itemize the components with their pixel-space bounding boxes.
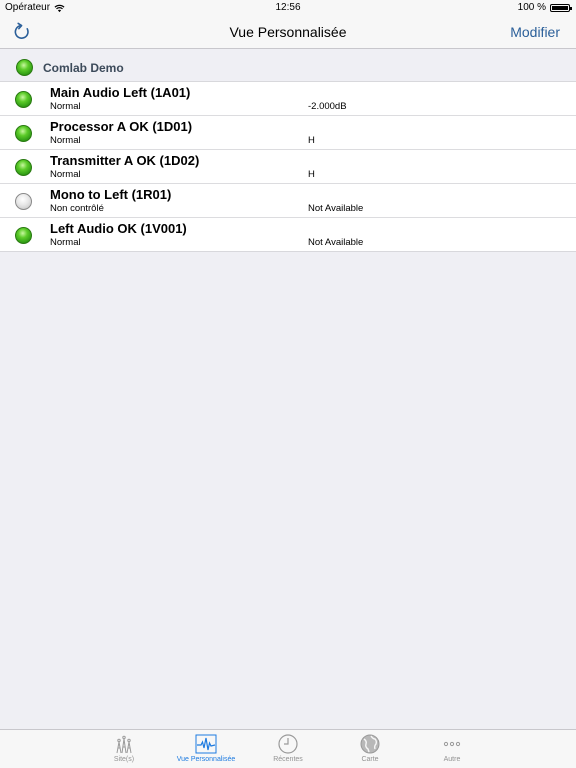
- group-title: Comlab Demo: [43, 60, 124, 75]
- tab-label: Récentes: [273, 756, 303, 763]
- group-status-indicator: [16, 59, 33, 76]
- modify-button[interactable]: Modifier: [510, 16, 560, 48]
- clock-icon: [278, 734, 298, 754]
- status-time: 12:56: [275, 2, 301, 13]
- item-state: Normal: [50, 169, 81, 180]
- globe-icon: [360, 734, 380, 754]
- item-value: -2.000dB: [308, 101, 347, 112]
- tab-recent[interactable]: Récentes: [247, 730, 329, 768]
- battery-percent: 100 %: [517, 2, 546, 13]
- monitor-list: Main Audio Left (1A01) Normal -2.000dB P…: [0, 81, 576, 252]
- battery-icon: [550, 4, 572, 12]
- app-screen: Opérateur 12:56 100 % Vue Personnalisée …: [0, 0, 576, 768]
- item-value: Not Available: [308, 237, 364, 248]
- tab-label: Carte: [361, 756, 379, 763]
- waveform-icon: [195, 734, 217, 754]
- nav-bar: Vue Personnalisée Modifier: [0, 16, 576, 49]
- item-value: H: [308, 135, 315, 146]
- tab-bar: Site(s) Vue Personnalisée Récentes Carte: [0, 729, 576, 768]
- tab-more[interactable]: Autre: [411, 730, 493, 768]
- tab-label: Autre: [443, 756, 461, 763]
- item-state: Normal: [50, 237, 81, 248]
- item-title: Left Audio OK (1V001): [50, 221, 187, 236]
- item-state: Normal: [50, 135, 81, 146]
- list-item[interactable]: Main Audio Left (1A01) Normal -2.000dB: [0, 82, 576, 116]
- status-indicator: [15, 91, 32, 108]
- page-title: Vue Personnalisée: [229, 24, 347, 40]
- item-value: H: [308, 169, 315, 180]
- item-state: Normal: [50, 101, 81, 112]
- item-title: Transmitter A OK (1D02): [50, 153, 200, 168]
- item-title: Processor A OK (1D01): [50, 119, 193, 134]
- tab-sites[interactable]: Site(s): [83, 730, 165, 768]
- group-header[interactable]: Comlab Demo: [0, 54, 576, 81]
- status-bar: Opérateur 12:56 100 %: [0, 0, 576, 16]
- list-item[interactable]: Processor A OK (1D01) Normal H: [0, 116, 576, 150]
- list-item[interactable]: Left Audio OK (1V001) Normal Not Availab…: [0, 218, 576, 251]
- item-title: Mono to Left (1R01): [50, 187, 172, 202]
- sites-icon: [116, 735, 132, 754]
- status-indicator: [15, 125, 32, 142]
- tab-map[interactable]: Carte: [329, 730, 411, 768]
- tab-label: Vue Personnalisée: [176, 756, 236, 763]
- list-item[interactable]: Mono to Left (1R01) Non contrôlé Not Ava…: [0, 184, 576, 218]
- tab-custom-view[interactable]: Vue Personnalisée: [165, 730, 247, 768]
- item-state: Non contrôlé: [50, 203, 104, 214]
- list-item[interactable]: Transmitter A OK (1D02) Normal H: [0, 150, 576, 184]
- tab-label: Site(s): [113, 756, 135, 763]
- item-title: Main Audio Left (1A01): [50, 85, 191, 100]
- status-right: 100 %: [517, 0, 572, 16]
- status-indicator: [15, 227, 32, 244]
- status-indicator: [15, 159, 32, 176]
- more-icon: [443, 741, 461, 747]
- status-indicator: [15, 193, 32, 210]
- item-value: Not Available: [308, 203, 364, 214]
